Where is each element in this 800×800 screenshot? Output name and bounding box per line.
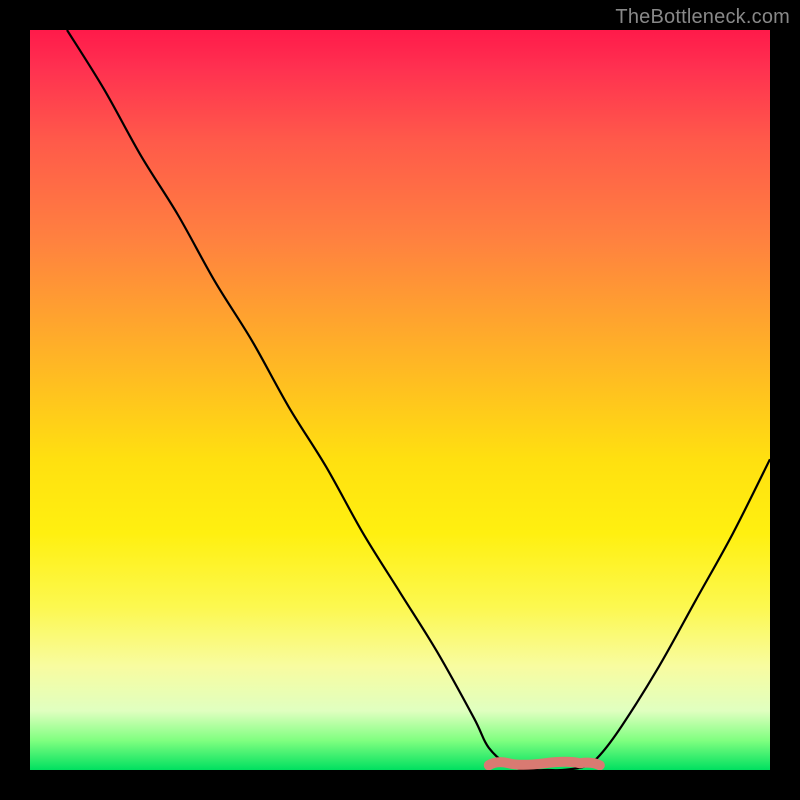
- chart-plot-area: [30, 30, 770, 770]
- watermark-text: TheBottleneck.com: [615, 6, 790, 29]
- bottleneck-curve-path: [67, 30, 770, 770]
- chart-svg: [30, 30, 770, 770]
- flat-region-marker-path: [489, 762, 600, 766]
